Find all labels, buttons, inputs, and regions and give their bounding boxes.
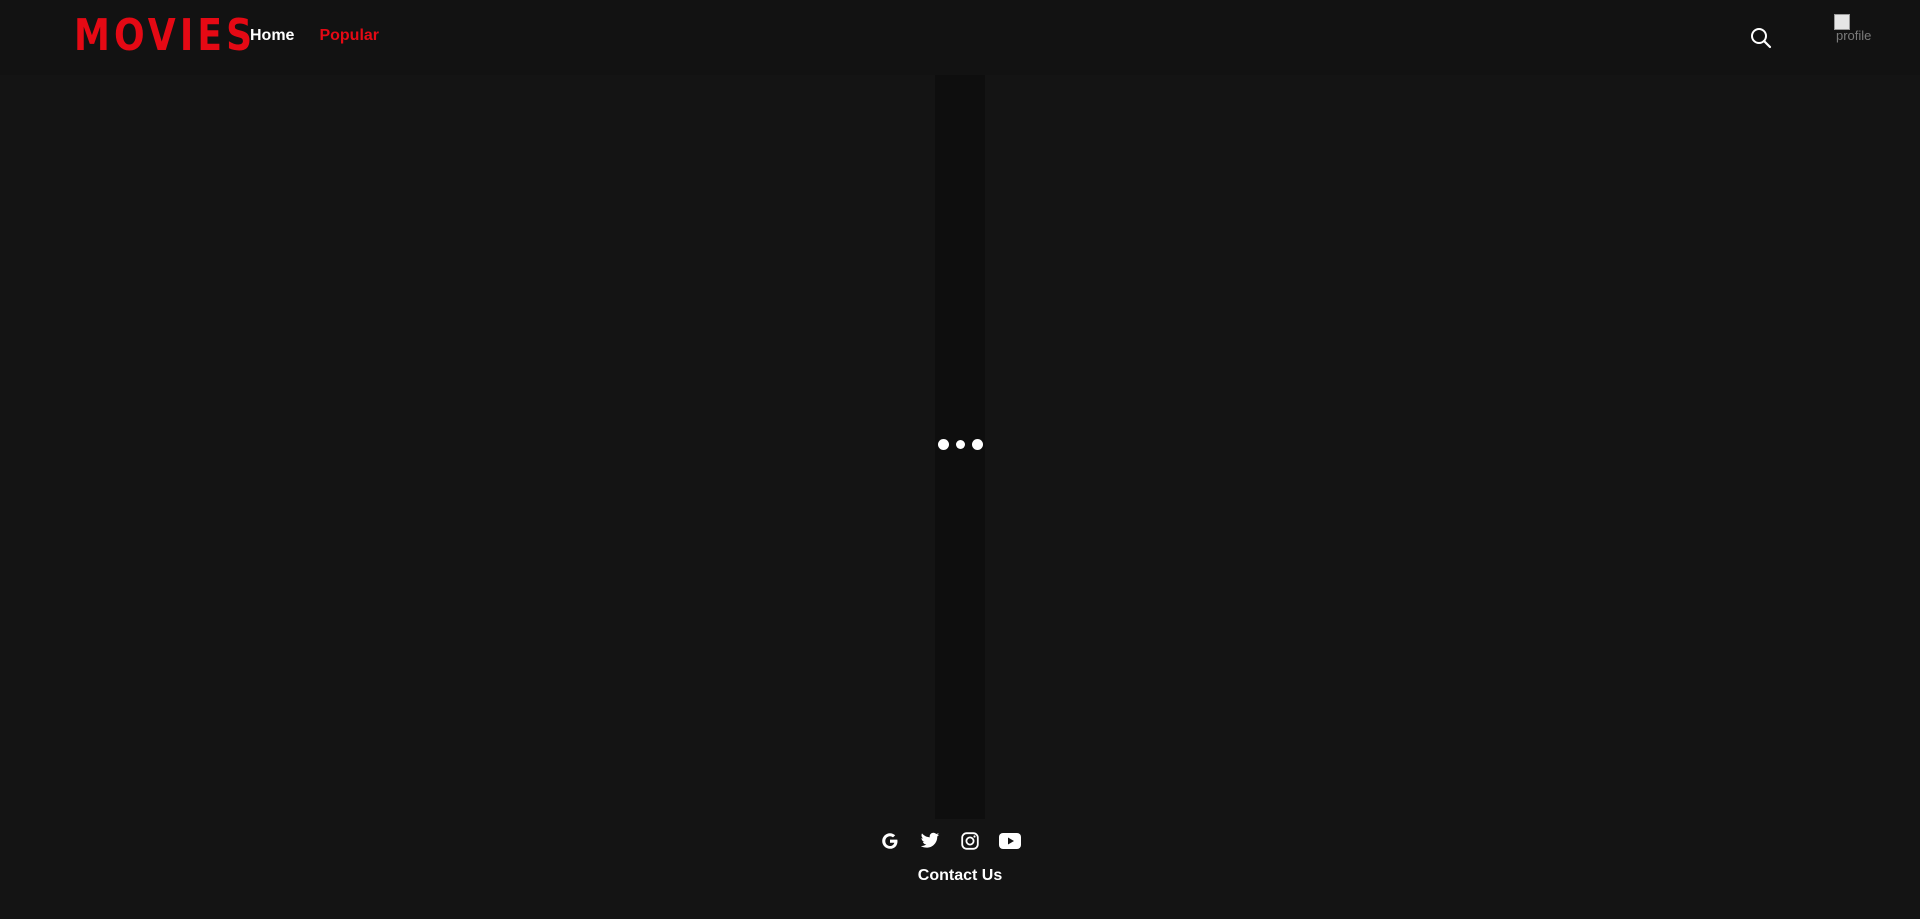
- youtube-icon[interactable]: [998, 829, 1022, 853]
- profile-alt-text: profile: [1836, 28, 1872, 43]
- nav-link-popular[interactable]: Popular: [319, 27, 379, 45]
- search-icon[interactable]: [1750, 27, 1772, 49]
- brand-logo[interactable]: MOVIES: [74, 9, 256, 63]
- loading-dot: [971, 439, 983, 450]
- nav-link-home[interactable]: Home: [250, 27, 294, 45]
- loading-indicator: [935, 439, 985, 451]
- loading-dot: [955, 440, 965, 449]
- contact-us-link[interactable]: Contact Us: [0, 867, 1920, 885]
- twitter-icon[interactable]: [918, 829, 942, 853]
- loading-dot: [937, 439, 949, 450]
- instagram-icon[interactable]: [958, 829, 982, 853]
- top-navbar: MOVIES Home Popular profile: [0, 0, 1920, 75]
- social-links: [878, 829, 1022, 853]
- profile-avatar[interactable]: profile: [1834, 14, 1882, 54]
- google-icon[interactable]: [878, 829, 902, 853]
- main-nav: Home Popular: [250, 27, 379, 45]
